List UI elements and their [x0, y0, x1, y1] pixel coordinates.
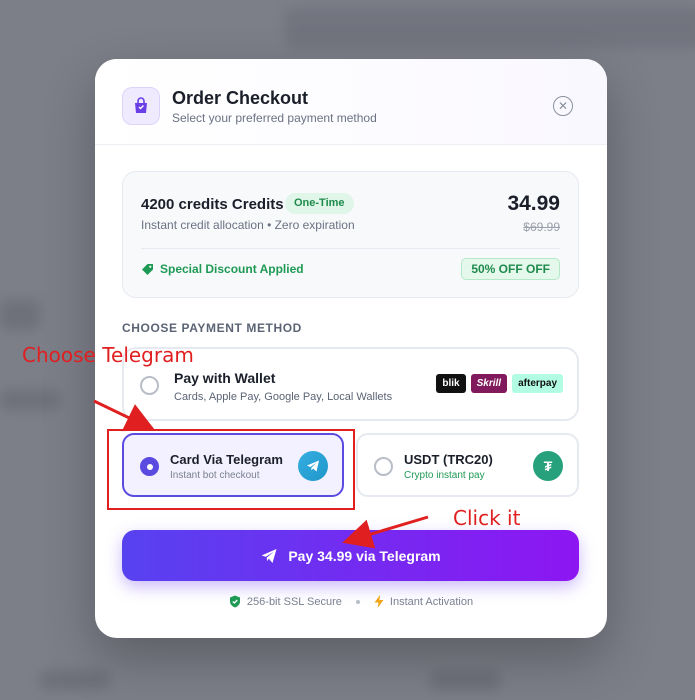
arrow-to-telegram-option	[93, 399, 156, 432]
annotation-arrows	[93, 399, 429, 549]
arrow-to-pay-button	[342, 515, 429, 549]
